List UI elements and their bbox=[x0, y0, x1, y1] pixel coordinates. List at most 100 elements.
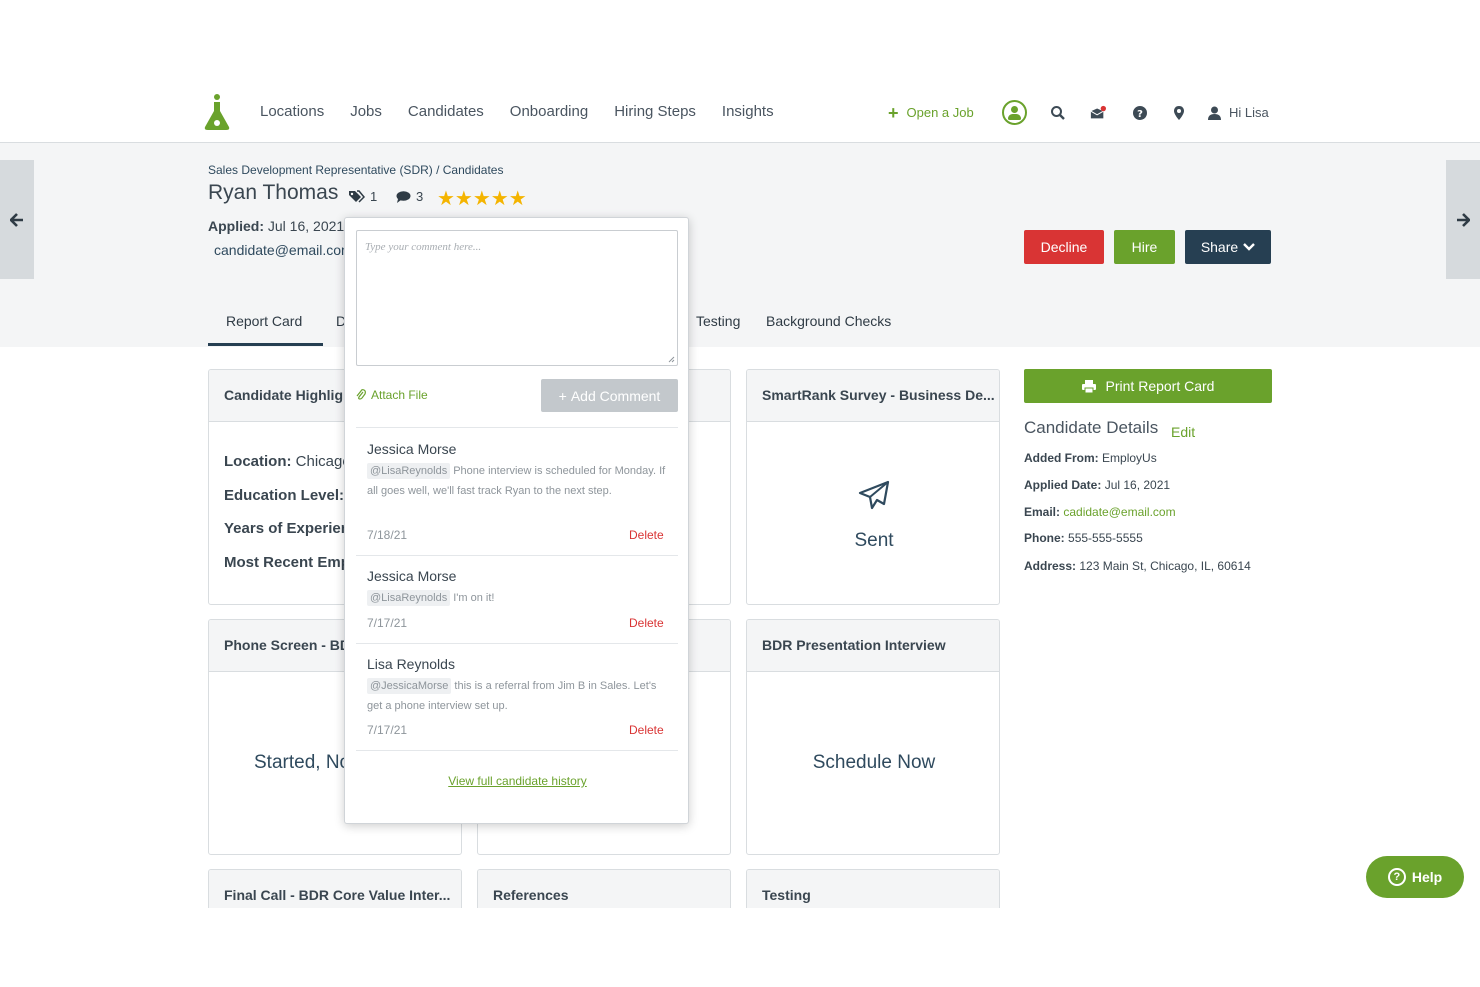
user-icon bbox=[1208, 106, 1221, 120]
arrow-right-icon bbox=[1457, 212, 1470, 227]
share-label: Share bbox=[1200, 239, 1239, 255]
comments-indicator[interactable]: 3 bbox=[396, 189, 423, 204]
comment-mention[interactable]: @LisaReynolds bbox=[367, 463, 451, 479]
decline-button[interactable]: Decline bbox=[1024, 230, 1104, 264]
open-job-button[interactable]: + Open a Job bbox=[888, 102, 974, 123]
next-candidate-button[interactable] bbox=[1446, 160, 1480, 279]
detail-added-from: Added From: EmployUs bbox=[1024, 451, 1157, 465]
printer-icon bbox=[1081, 379, 1096, 393]
card-title: BDR Presentation Interview bbox=[747, 620, 999, 672]
search-icon[interactable] bbox=[1050, 105, 1066, 121]
candidate-details-title: Candidate Details bbox=[1024, 418, 1159, 437]
page-bottom-whitespace bbox=[0, 908, 1480, 987]
applied-label: Applied: bbox=[208, 218, 264, 234]
print-report-card-button[interactable]: Print Report Card bbox=[1024, 369, 1272, 403]
breadcrumb[interactable]: Sales Development Representative (SDR) /… bbox=[208, 163, 503, 177]
tags-icon bbox=[349, 190, 365, 203]
divider bbox=[356, 750, 678, 751]
bdr-presentation-card[interactable]: BDR Presentation Interview Schedule Now bbox=[746, 619, 1000, 855]
divider bbox=[356, 643, 678, 644]
inbox-notification-icon[interactable] bbox=[1090, 105, 1106, 121]
detail-email: Email: cadidate@email.com bbox=[1024, 505, 1176, 519]
share-button[interactable]: Share bbox=[1185, 230, 1271, 264]
arrow-left-icon bbox=[10, 212, 23, 227]
candidate-email[interactable]: candidate@email.com bbox=[208, 242, 344, 258]
help-circle-icon[interactable]: ? bbox=[1132, 105, 1148, 121]
chevron-down-icon bbox=[1243, 243, 1256, 251]
comment-text: @JessicaMorse this is a referral from Jim… bbox=[367, 678, 657, 712]
comment-placeholder: Type your comment here... bbox=[365, 241, 482, 253]
highlight-location: Location: Chicago bbox=[224, 453, 351, 470]
smartrank-survey-card[interactable]: SmartRank Survey - Business De... Sent bbox=[746, 369, 1000, 605]
star-rating[interactable]: ★★★★★ bbox=[437, 186, 527, 211]
candidate-email-text: candidate@email.com bbox=[214, 242, 344, 258]
attach-file-link[interactable]: Attach File bbox=[356, 388, 428, 402]
user-menu[interactable]: Hi Lisa bbox=[1208, 105, 1269, 120]
comment-author: Lisa Reynolds bbox=[367, 656, 455, 672]
candidate-name: Ryan Thomas bbox=[208, 181, 339, 204]
phone-screen-status: Started, Not bbox=[254, 752, 356, 773]
svg-text:?: ? bbox=[1137, 109, 1143, 120]
comment-count: 3 bbox=[416, 189, 424, 204]
team-icon[interactable] bbox=[1002, 100, 1027, 125]
divider bbox=[356, 555, 678, 556]
nav-links: Locations Jobs Candidates Onboarding Hir… bbox=[260, 103, 800, 120]
location-pin-icon[interactable] bbox=[1171, 105, 1187, 121]
divider bbox=[356, 427, 678, 428]
tab-report-card[interactable]: Report Card bbox=[226, 313, 302, 329]
schedule-now-link[interactable]: Schedule Now bbox=[747, 752, 999, 774]
comment-mention[interactable]: @LisaReynolds bbox=[367, 590, 451, 606]
paperclip-icon bbox=[356, 389, 366, 400]
question-icon: ? bbox=[1387, 868, 1406, 886]
tag-count: 1 bbox=[370, 189, 378, 204]
add-comment-label: Add Comment bbox=[570, 387, 661, 404]
card-title: SmartRank Survey - Business De... bbox=[747, 370, 999, 422]
tags-indicator[interactable]: 1 bbox=[349, 189, 377, 204]
paper-plane-icon bbox=[858, 480, 890, 510]
plus-icon: + bbox=[888, 102, 899, 123]
add-comment-button[interactable]: + Add Comment bbox=[541, 379, 678, 412]
comment-textarea[interactable]: Type your comment here... bbox=[356, 230, 678, 366]
nav-onboarding[interactable]: Onboarding bbox=[510, 103, 588, 120]
comment-author: Jessica Morse bbox=[367, 568, 457, 584]
delete-comment-button[interactable]: Delete bbox=[629, 616, 664, 630]
resize-handle-icon[interactable] bbox=[668, 356, 675, 363]
comment-author: Jessica Morse bbox=[367, 441, 457, 457]
comment-item: Jessica Morse @LisaReynolds I'm on it! bbox=[367, 568, 667, 608]
hire-button[interactable]: Hire bbox=[1114, 230, 1175, 264]
delete-comment-button[interactable]: Delete bbox=[629, 528, 664, 542]
nav-jobs[interactable]: Jobs bbox=[350, 103, 382, 120]
comment-date: 7/17/21 bbox=[367, 723, 408, 737]
open-job-label: Open a Job bbox=[906, 105, 974, 120]
comment-icon bbox=[396, 190, 411, 203]
tab-testing[interactable]: Testing bbox=[696, 313, 740, 329]
detail-applied-date: Applied Date: Jul 16, 2021 bbox=[1024, 478, 1171, 492]
comment-item: Lisa Reynolds @JessicaMorse this is a ref… bbox=[367, 656, 667, 716]
nav-hiring-steps[interactable]: Hiring Steps bbox=[614, 103, 696, 120]
nav-candidates[interactable]: Candidates bbox=[408, 103, 484, 120]
user-greeting: Hi Lisa bbox=[1229, 105, 1269, 120]
previous-candidate-button[interactable] bbox=[0, 160, 34, 279]
comment-text: @LisaReynolds Phone interview is schedule… bbox=[367, 463, 666, 497]
edit-details-link[interactable]: Edit bbox=[1171, 424, 1195, 440]
comment-item: Jessica Morse @LisaReynolds Phone intervi… bbox=[367, 441, 667, 501]
applied-value: Jul 16, 2021 bbox=[267, 218, 345, 234]
view-history-link[interactable]: View full candidate history bbox=[345, 774, 690, 788]
nav-insights[interactable]: Insights bbox=[722, 103, 774, 120]
comment-text: @LisaReynolds I'm on it! bbox=[367, 588, 667, 608]
delete-comment-button[interactable]: Delete bbox=[629, 723, 664, 737]
help-button[interactable]: ? Help bbox=[1366, 856, 1464, 898]
highlight-education: Education Level: bbox=[224, 487, 345, 504]
survey-status: Sent bbox=[854, 530, 894, 551]
print-label: Print Report Card bbox=[1105, 378, 1215, 394]
tab-background-checks[interactable]: Background Checks bbox=[766, 313, 891, 329]
detail-phone: Phone: 555-555-5555 bbox=[1024, 531, 1143, 545]
detail-email-link[interactable]: cadidate@email.com bbox=[1063, 505, 1175, 519]
detail-address: Address: 123 Main St, Chicago, IL, 60614 bbox=[1024, 559, 1251, 573]
flask-logo-icon[interactable] bbox=[203, 93, 231, 131]
attach-label: Attach File bbox=[371, 388, 428, 402]
comment-mention[interactable]: @JessicaMorse bbox=[367, 678, 452, 694]
comments-popover: Type your comment here... Attach File + … bbox=[344, 217, 689, 824]
nav-locations[interactable]: Locations bbox=[260, 103, 324, 120]
comment-date: 7/18/21 bbox=[367, 528, 408, 542]
